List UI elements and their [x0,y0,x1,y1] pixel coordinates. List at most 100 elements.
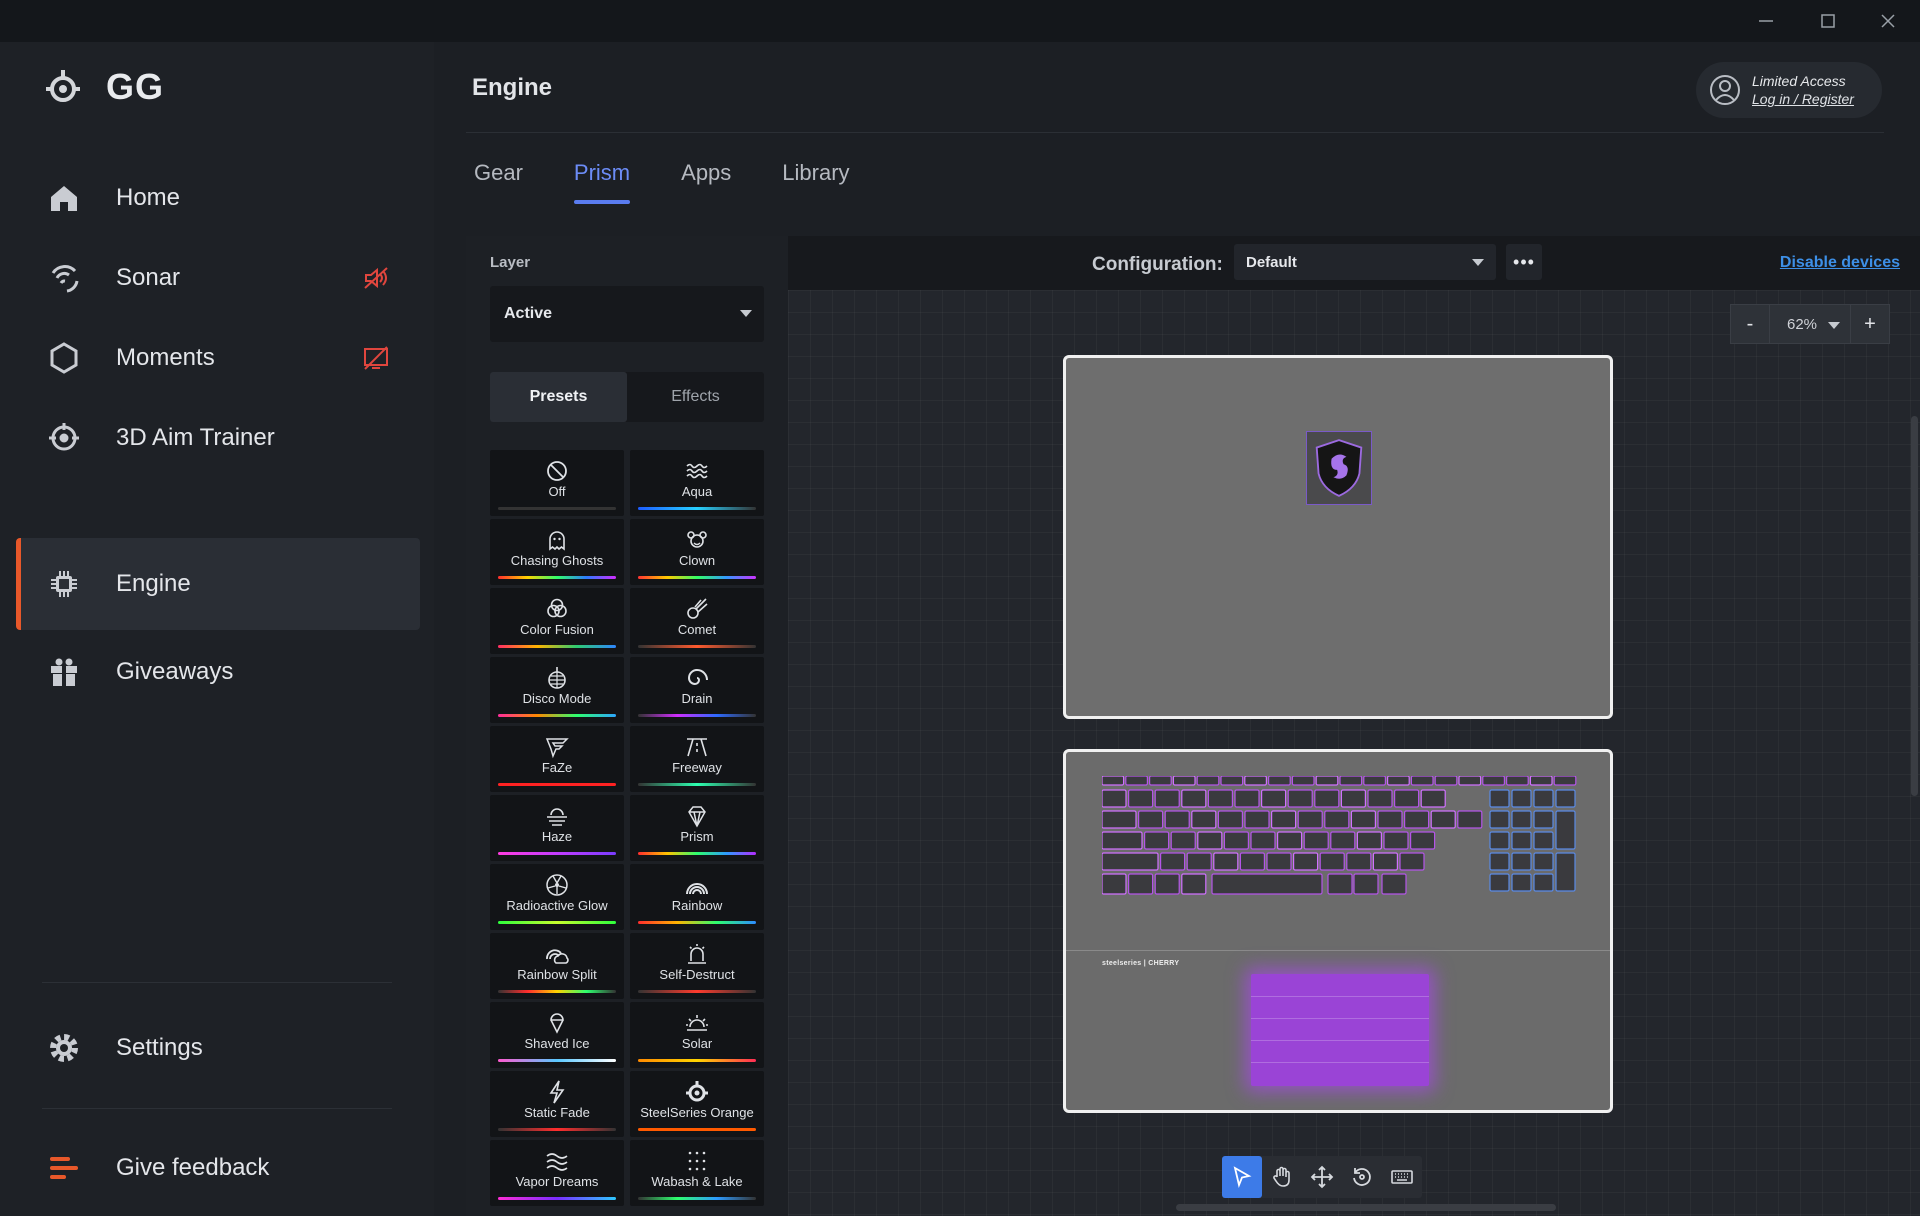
more-options-button[interactable]: ••• [1506,244,1542,280]
login-register-link[interactable]: Log in / Register [1752,90,1854,108]
keyboard-key[interactable] [1457,810,1483,829]
zoom-in-button[interactable]: + [1850,304,1890,344]
keyboard-key[interactable] [1268,776,1291,786]
keyboard-key[interactable] [1506,776,1529,786]
keyboard-key[interactable] [1315,776,1339,786]
keyboard-key[interactable] [1410,776,1434,786]
sidebar-item-engine[interactable]: Engine [16,538,420,630]
keyboard-key[interactable] [1244,776,1267,786]
keyboard-key[interactable] [1340,789,1366,808]
numpad-key[interactable] [1489,810,1510,829]
keyboard-key[interactable] [1207,789,1234,808]
keyboard-key[interactable] [1137,810,1164,829]
preset-prism[interactable]: Prism [630,795,764,861]
preset-faze[interactable]: FaZe [490,726,624,792]
tab-presets[interactable]: Presets [490,372,627,422]
rotate-tool-icon[interactable] [1342,1156,1382,1198]
keyboard-key[interactable] [1430,810,1456,829]
preset-radioactive-glow[interactable]: Radioactive Glow [490,864,624,930]
keyboard-key[interactable] [1250,831,1276,850]
keyboard-key[interactable] [1434,776,1458,786]
keyboard-key[interactable] [1553,776,1577,786]
numpad-key[interactable] [1489,873,1510,892]
numpad-key[interactable] [1511,873,1532,892]
keyboard-key[interactable] [1287,789,1313,808]
keyboard-key[interactable] [1330,831,1356,850]
keyboard-key[interactable] [1154,789,1180,808]
keyboard-key[interactable] [1277,831,1303,850]
preset-vapor-dreams[interactable]: Vapor Dreams [490,1140,624,1206]
keyboard-key[interactable] [1367,789,1393,808]
numpad-key[interactable] [1511,852,1532,871]
preset-clown[interactable]: Clown [630,519,764,585]
keyboard-key[interactable] [1149,776,1172,786]
tab-apps[interactable]: Apps [681,160,731,204]
numpad-key[interactable] [1533,873,1554,892]
keyboard-key[interactable] [1420,789,1446,808]
keyboard-key[interactable] [1128,789,1154,808]
preset-steelseries-orange[interactable]: SteelSeries Orange [630,1071,764,1137]
horizontal-scrollbar[interactable] [1176,1204,1556,1211]
sidebar-item-3d-aim-trainer[interactable]: 3D Aim Trainer [16,392,420,484]
keyboard-key[interactable] [1159,852,1186,871]
numpad-key[interactable] [1489,831,1510,850]
keyboard-key[interactable] [1181,873,1207,895]
preset-wabash-lake[interactable]: Wabash & Lake [630,1140,764,1206]
configuration-dropdown[interactable]: Default [1234,244,1496,280]
keyboard-key[interactable] [1102,831,1143,850]
preset-aqua[interactable]: Aqua [630,450,764,516]
keyboard-key[interactable] [1410,831,1436,850]
keyboard-key[interactable] [1394,789,1420,808]
keyboard-key[interactable] [1191,810,1217,829]
keyboard-key[interactable] [1271,810,1297,829]
numpad-key[interactable] [1489,789,1510,808]
tab-prism[interactable]: Prism [573,160,631,204]
keyboard-key[interactable] [1172,776,1196,786]
keyboard-key[interactable] [1399,852,1425,871]
sidebar-item-giveaways[interactable]: Giveaways [16,626,420,718]
sidebar-item-give-feedback[interactable]: Give feedback [16,1122,420,1214]
keyboard-key[interactable] [1143,831,1170,850]
disable-devices-link[interactable]: Disable devices [1780,254,1900,272]
preset-chasing-ghosts[interactable]: Chasing Ghosts [490,519,624,585]
keyboard-key[interactable] [1125,776,1148,786]
numpad-key[interactable] [1511,810,1532,829]
keyboard-key[interactable] [1213,852,1239,871]
preset-self-destruct[interactable]: Self-Destruct [630,933,764,999]
numpad-key[interactable] [1555,852,1576,892]
preset-shaved-ice[interactable]: Shaved Ice [490,1002,624,1068]
keyboard-key[interactable] [1234,789,1260,808]
numpad-key[interactable] [1555,789,1576,808]
preset-static-fade[interactable]: Static Fade [490,1071,624,1137]
preset-rainbow-split[interactable]: Rainbow Split [490,933,624,999]
keyboard-key[interactable] [1327,873,1353,895]
keyboard-key[interactable] [1170,831,1196,850]
keyboard-key[interactable] [1350,810,1376,829]
numpad-key[interactable] [1489,852,1510,871]
keyboard-key[interactable] [1244,810,1270,829]
keyboard-key[interactable] [1223,831,1250,850]
preset-freeway[interactable]: Freeway [630,726,764,792]
preset-rainbow[interactable]: Rainbow [630,864,764,930]
numpad-key[interactable] [1511,789,1532,808]
maximize-icon[interactable] [1806,6,1850,36]
keyboard-keys[interactable] [1102,776,1578,924]
keyboard-key[interactable] [1303,831,1329,850]
zoom-out-button[interactable]: - [1730,304,1770,344]
keyboard-key[interactable] [1261,789,1287,808]
preset-color-fusion[interactable]: Color Fusion [490,588,624,654]
keyboard-key[interactable] [1482,776,1505,786]
device-canvas[interactable]: - 62% + steelseries | CHERRY [788,290,1920,1216]
keyboard-key[interactable] [1102,873,1127,895]
keyboard-key[interactable] [1266,852,1292,871]
sidebar-item-home[interactable]: Home [16,152,420,244]
keyboard-key[interactable] [1217,810,1244,829]
zoom-level-dropdown[interactable]: 62% [1770,304,1850,344]
keyboard-key[interactable] [1346,852,1372,871]
keyboard-key[interactable] [1291,776,1315,786]
numpad-key[interactable] [1533,852,1554,871]
numpad-key[interactable] [1511,831,1532,850]
msi-dragon-logo-icon[interactable] [1306,431,1372,505]
keyboard-key[interactable] [1377,810,1403,829]
keyboard-key[interactable] [1102,776,1125,786]
